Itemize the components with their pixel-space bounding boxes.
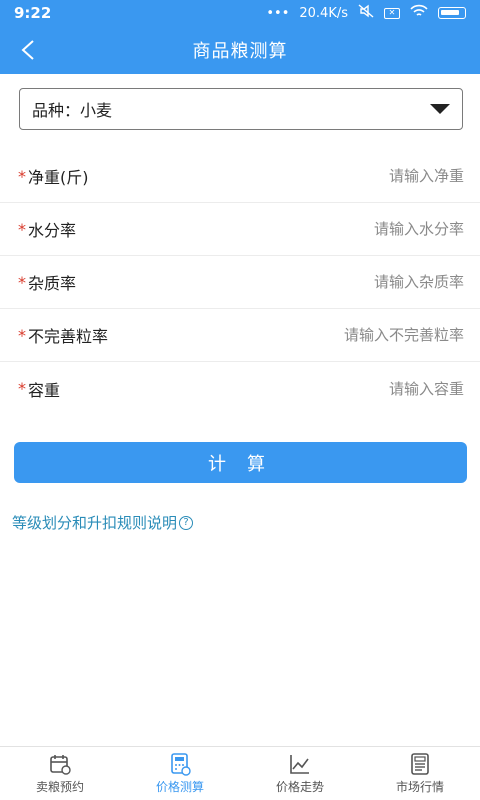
calculator-icon xyxy=(171,753,191,776)
required-mark: * xyxy=(18,325,26,345)
trend-chart-icon xyxy=(290,755,309,774)
wifi-icon xyxy=(410,4,428,22)
imperfect-grain-input[interactable] xyxy=(244,326,464,344)
tab-label: 市场行情 xyxy=(395,780,444,794)
newspaper-icon xyxy=(411,753,429,775)
tab-label: 卖粮预约 xyxy=(35,780,84,794)
status-icons: ••• 20.4K/s ✕ xyxy=(266,4,466,22)
required-mark: * xyxy=(18,219,26,239)
battery-charging-icon xyxy=(438,7,466,19)
tab-sell-booking[interactable]: 卖粮预约 xyxy=(0,747,120,800)
tab-market-quotes[interactable]: 市场行情 xyxy=(360,747,480,800)
rules-link[interactable]: 等级划分和升扣规则说明 ? xyxy=(12,512,194,533)
tab-label: 价格走势 xyxy=(275,780,324,794)
network-speed: 20.4K/s xyxy=(299,5,348,21)
moisture-input[interactable] xyxy=(244,220,464,238)
page-title: 商品粮测算 xyxy=(192,41,288,62)
sim-x-icon: ✕ xyxy=(384,7,400,19)
field-net-weight: * 净重(斤) xyxy=(0,150,480,203)
tab-label: 价格测算 xyxy=(155,780,204,794)
field-imperfect-grain: * 不完善粒率 xyxy=(0,309,480,362)
field-impurity: * 杂质率 xyxy=(0,256,480,309)
field-bulk-density: * 容重 xyxy=(0,362,480,415)
required-mark: * xyxy=(18,272,26,292)
required-mark: * xyxy=(18,379,26,398)
tab-price-calc[interactable]: 价格测算 xyxy=(120,747,240,800)
required-mark: * xyxy=(18,166,26,186)
bottom-tab-bar: 卖粮预约 价格测算 价格走势 市场行情 xyxy=(0,746,480,800)
calc-form: * 净重(斤) * 水分率 * 杂质率 * 不完善粒率 * 容重 xyxy=(0,150,480,415)
field-label: 净重(斤) xyxy=(28,168,89,187)
status-bar: 9:22 ••• 20.4K/s ✕ xyxy=(0,0,480,26)
net-weight-input[interactable] xyxy=(244,167,464,185)
rules-link-label: 等级划分和升扣规则说明 xyxy=(12,514,178,532)
bulk-density-input[interactable] xyxy=(244,379,464,398)
calculate-button[interactable]: 计 算 xyxy=(14,442,467,483)
dots-indicator: ••• xyxy=(266,5,290,21)
app-bar: 商品粮测算 xyxy=(0,26,480,74)
field-label: 容重 xyxy=(28,380,61,400)
field-label: 杂质率 xyxy=(28,274,77,293)
field-label: 水分率 xyxy=(28,221,77,240)
variety-select-label: 品种：小麦 xyxy=(32,101,113,120)
impurity-input[interactable] xyxy=(244,273,464,291)
dropdown-caret-icon xyxy=(430,104,450,114)
variety-select[interactable]: 品种：小麦 xyxy=(19,88,463,130)
field-moisture: * 水分率 xyxy=(0,203,480,256)
status-time: 9:22 xyxy=(14,4,52,22)
help-circle-icon: ? xyxy=(179,515,194,530)
calendar-icon xyxy=(50,755,71,775)
tab-price-trend[interactable]: 价格走势 xyxy=(240,747,360,800)
back-arrow-icon xyxy=(21,40,34,60)
field-label: 不完善粒率 xyxy=(28,327,109,346)
back-button[interactable] xyxy=(12,34,44,66)
mute-icon xyxy=(358,4,374,22)
